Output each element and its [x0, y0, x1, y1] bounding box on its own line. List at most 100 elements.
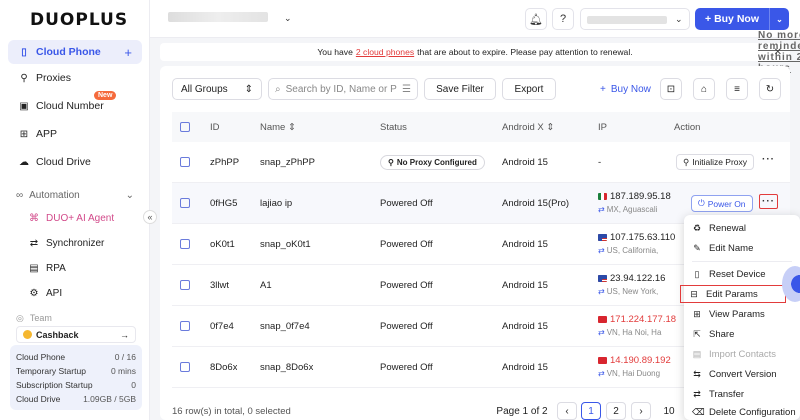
power-on-button[interactable]: ⏻ Power On — [691, 195, 753, 212]
sidebar-item-label: DUO+ AI Agent — [46, 213, 115, 224]
menu-renewal[interactable]: ♻ Renewal — [684, 219, 800, 237]
buy-now-button[interactable]: + Buy Now ⌄ — [695, 8, 789, 30]
header-name-label: Name — [260, 122, 286, 133]
sidebar-item-proxies[interactable]: ⚲ Proxies — [8, 66, 142, 90]
sidebar-item-cloud-phone[interactable]: ▯ Cloud Phone + — [8, 40, 142, 64]
menu-convert-version[interactable]: ⇆ Convert Version — [684, 365, 800, 383]
close-icon[interactable]: ✕ — [774, 47, 782, 58]
number-icon: ▣ — [19, 100, 29, 112]
more-icon[interactable]: ··· — [762, 154, 775, 165]
next-page-button[interactable]: › — [631, 402, 651, 420]
bell-icon[interactable]: 🔔︎ — [525, 8, 547, 30]
filter-icon[interactable]: ☰ — [402, 84, 411, 95]
table-row[interactable]: zPhPP snap_zPhPP ⚲ No Proxy Configured An… — [172, 142, 790, 183]
refresh-ip-icon[interactable]: ⇄ — [598, 287, 605, 296]
add-icon[interactable]: + — [124, 45, 132, 60]
page-indicator: Page 1 of 2 — [496, 405, 548, 417]
sidebar-item-cloud-drive[interactable]: ☁ Cloud Drive — [8, 150, 142, 174]
select-all-checkbox[interactable] — [180, 122, 190, 132]
power-on-label: Power On — [707, 198, 746, 209]
collapse-sidebar-button[interactable]: « — [143, 210, 157, 224]
help-icon[interactable]: ? — [552, 8, 574, 30]
cell-id: 3llwt — [210, 280, 230, 291]
proxy-icon: ⚲ — [20, 72, 28, 84]
cell-id: zPhPP — [210, 157, 240, 168]
no-proxy-badge: ⚲ No Proxy Configured — [380, 155, 485, 170]
sidebar-item-label: Proxies — [36, 72, 72, 84]
workspace-name-redacted[interactable] — [168, 12, 268, 22]
refresh-icon[interactable]: ↻ — [759, 78, 781, 100]
cell-status: Powered Off — [380, 362, 433, 373]
reset-icon: ▯ — [694, 268, 700, 279]
row-checkbox[interactable] — [180, 239, 190, 249]
menu-edit-params[interactable]: ⊟ Edit Params — [680, 285, 786, 303]
menu-divider — [692, 261, 792, 262]
chevron-down-icon[interactable]: ⌄ — [284, 13, 292, 24]
row-checkbox[interactable] — [180, 321, 190, 331]
tag-icon[interactable]: ⌂ — [693, 78, 715, 100]
prev-page-button[interactable]: ‹ — [557, 402, 577, 420]
export-button[interactable]: Export — [502, 78, 556, 100]
params-icon: ⊟ — [690, 288, 698, 299]
refresh-ip-icon[interactable]: ⇄ — [598, 369, 605, 378]
phone-icon: ▯ — [21, 46, 27, 58]
cell-name: snap_oK0t1 — [260, 239, 311, 250]
status-label: No Proxy Configured — [396, 158, 477, 167]
account-selector[interactable]: ⌄ — [580, 8, 690, 30]
notice-highlight-link[interactable]: 2 cloud phones — [356, 47, 414, 57]
sort-icon: ⇕ — [546, 122, 555, 133]
sidebar-item-cloud-number[interactable]: ▣ Cloud Number New — [8, 91, 142, 118]
refresh-ip-icon[interactable]: ⇄ — [598, 246, 605, 255]
save-filter-button[interactable]: Save Filter — [424, 78, 496, 100]
sidebar-item-app[interactable]: ⊞ APP — [8, 122, 142, 146]
sidebar-item-synchronizer[interactable]: ⇄ Synchronizer — [28, 238, 105, 249]
row-checkbox[interactable] — [180, 280, 190, 290]
buy-now-link[interactable]: + Buy Now — [600, 78, 651, 100]
usage-stats: Cloud Phone 0 / 16 Temporary Startup 0 min… — [10, 345, 142, 410]
chevron-down-icon: ⌄ — [675, 14, 683, 24]
search-input[interactable]: ⌕ Search by ID, Name or P ☰ — [268, 78, 418, 100]
cell-android: Android 15 — [502, 362, 548, 373]
group-select[interactable]: All Groups ⇕ — [172, 78, 262, 100]
cloud-icon: ☁ — [19, 156, 29, 168]
plus-icon: + — [705, 13, 715, 25]
chevron-down-icon: ⌄ — [125, 190, 134, 201]
initialize-proxy-button[interactable]: ⚲ Initialize Proxy — [676, 154, 755, 170]
menu-transfer[interactable]: ⇄ Transfer — [684, 385, 800, 403]
refresh-ip-icon[interactable]: ⇄ — [598, 205, 605, 214]
view-icon: ⊞ — [693, 308, 701, 319]
delete-icon: ⌫ — [692, 407, 705, 417]
cell-status: Powered Off — [380, 198, 433, 209]
flag-vn-icon — [598, 356, 607, 364]
menu-delete-configuration[interactable]: ⌫ Delete Configuration — [684, 405, 800, 420]
sidebar-item-rpa[interactable]: ▤ RPA — [28, 263, 66, 274]
chevron-down-icon[interactable]: ⌄ — [769, 8, 789, 30]
refresh-ip-icon[interactable]: ⇄ — [598, 328, 605, 337]
page-1-button[interactable]: 1 — [581, 402, 601, 420]
automation-group[interactable]: ∞ Automation ⌄ — [16, 190, 134, 201]
notice-suffix: that are about to expire. Please pay att… — [417, 47, 633, 57]
row-checkbox[interactable] — [180, 198, 190, 208]
stat-row: Cloud Drive 1.09GB / 5GB — [16, 392, 136, 406]
settings-icon[interactable]: ≡ — [726, 78, 748, 100]
menu-edit-name[interactable]: ✎ Edit Name — [684, 239, 800, 257]
header-android[interactable]: Android X ⇕ — [502, 122, 554, 133]
menu-share[interactable]: ⇱ Share — [684, 325, 800, 343]
header-name[interactable]: Name ⇕ — [260, 122, 296, 133]
menu-view-params[interactable]: ⊞ View Params — [684, 305, 800, 323]
ip-text: 187.189.95.18 — [610, 191, 671, 202]
sidebar-item-ai-agent[interactable]: ⌘ DUO+ AI Agent — [28, 213, 114, 224]
cashback-button[interactable]: Cashback → — [16, 326, 136, 343]
scan-icon[interactable]: ⊡ — [660, 78, 682, 100]
sidebar-item-api[interactable]: ⚙ API — [28, 288, 63, 299]
initialize-proxy-label: Initialize Proxy — [692, 157, 748, 167]
row-checkbox[interactable] — [180, 362, 190, 372]
team-group[interactable]: ◎ Team — [16, 314, 52, 322]
page-2-button[interactable]: 2 — [606, 402, 626, 420]
more-icon[interactable]: ··· — [759, 194, 778, 209]
row-checkbox[interactable] — [180, 157, 190, 167]
page-size-select[interactable]: 10 — [658, 402, 680, 420]
cell-name: A1 — [260, 280, 272, 291]
cell-id: 0fHG5 — [210, 198, 238, 209]
cell-location: ⇄ US, California, — [598, 246, 680, 255]
